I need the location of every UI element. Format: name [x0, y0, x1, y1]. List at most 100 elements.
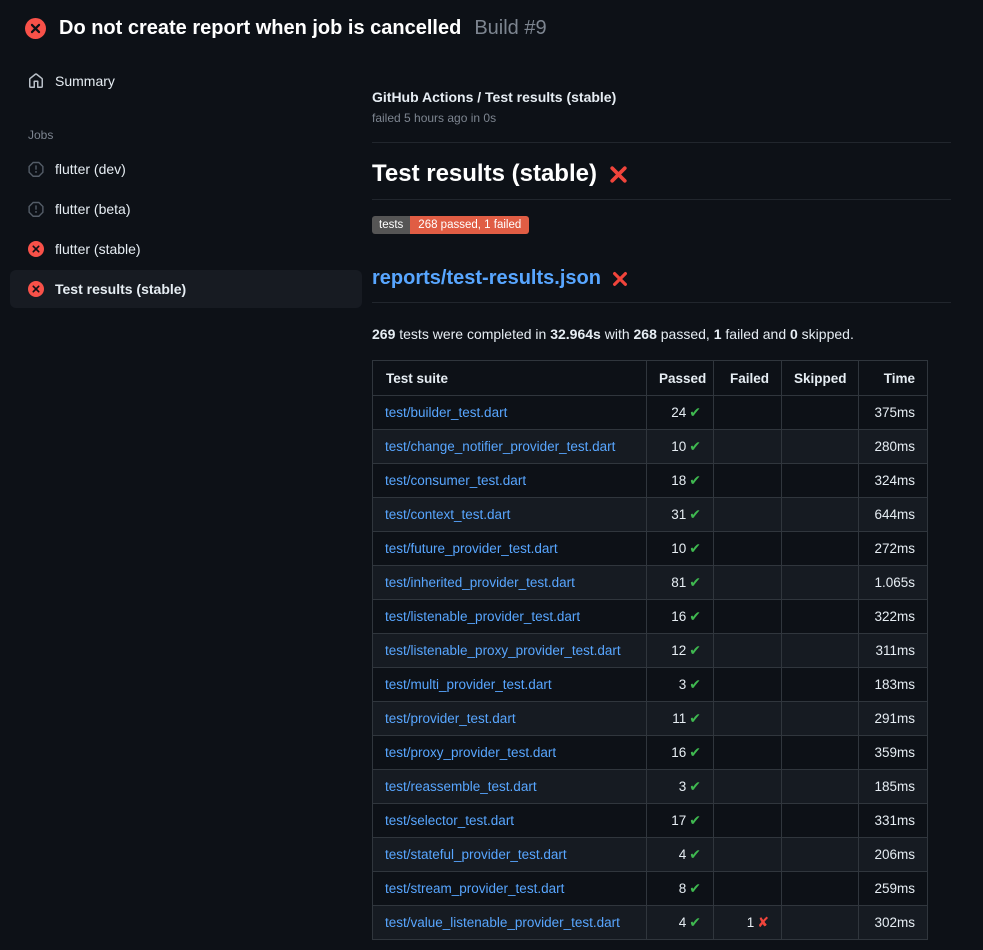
failed-cell	[714, 566, 782, 600]
section-title: Test results (stable)	[372, 160, 597, 188]
time-cell: 324ms	[859, 464, 928, 498]
table-row: test/context_test.dart31✔644ms	[373, 498, 928, 532]
time-cell: 272ms	[859, 532, 928, 566]
test-suite-link[interactable]: test/inherited_provider_test.dart	[385, 575, 575, 590]
divider	[372, 142, 951, 143]
time-cell: 183ms	[859, 668, 928, 702]
passed-cell: 4✔	[647, 838, 714, 872]
passed-cell: 81✔	[647, 566, 714, 600]
failed-cell	[714, 838, 782, 872]
table-row: test/value_listenable_provider_test.dart…	[373, 906, 928, 940]
passed-cell: 12✔	[647, 634, 714, 668]
skipped-cell	[782, 430, 859, 464]
summary-passed: 268	[634, 326, 657, 342]
test-suite-link[interactable]: test/value_listenable_provider_test.dart	[385, 915, 620, 930]
test-suite-cell: test/listenable_provider_test.dart	[373, 600, 647, 634]
test-suite-link[interactable]: test/proxy_provider_test.dart	[385, 745, 556, 760]
summary-duration: 32.964s	[550, 326, 601, 342]
skipped-cell	[782, 838, 859, 872]
column-header-failed: Failed	[714, 361, 782, 396]
skipped-cell	[782, 498, 859, 532]
time-cell: 331ms	[859, 804, 928, 838]
sidebar-summary-label: Summary	[55, 73, 115, 89]
failed-cell	[714, 702, 782, 736]
table-body: test/builder_test.dart 24✔ 375ms test/chang…	[373, 396, 928, 940]
passed-cell: 18✔	[647, 464, 714, 498]
passed-cell: 8✔	[647, 872, 714, 906]
test-suite-cell: test/consumer_test.dart	[373, 464, 647, 498]
skipped-cell	[782, 634, 859, 668]
job-label: flutter (beta)	[55, 201, 130, 217]
home-icon	[28, 73, 44, 89]
check-mark-icon: ✔	[689, 575, 701, 591]
test-suite-cell: test/stream_provider_test.dart	[373, 872, 647, 906]
table-row: test/listenable_proxy_provider_test.dart…	[373, 634, 928, 668]
check-mark-icon: ✔	[689, 779, 701, 795]
cross-mark-icon: ✘	[757, 915, 769, 931]
summary-skipped: 0	[790, 326, 798, 342]
check-mark-icon: ✔	[689, 609, 701, 625]
table-row: test/stateful_provider_test.dart 4✔ 206ms	[373, 838, 928, 872]
test-suite-link[interactable]: test/future_provider_test.dart	[385, 541, 558, 556]
test-suite-cell: test/stateful_provider_test.dart	[373, 838, 647, 872]
report-title-link[interactable]: reports/test-results.json	[372, 267, 601, 290]
test-suite-link[interactable]: test/stream_provider_test.dart	[385, 881, 564, 896]
failed-cell	[714, 464, 782, 498]
check-mark-icon: ✔	[689, 439, 701, 455]
test-suite-cell: test/inherited_provider_test.dart	[373, 566, 647, 600]
time-cell: 375ms	[859, 396, 928, 430]
sidebar-item-job-3[interactable]: Test results (stable)	[10, 270, 362, 308]
check-mark-icon: ✔	[689, 847, 701, 863]
table-header-row: Test suite Passed Failed Skipped Time	[373, 361, 928, 396]
check-mark-icon: ✔	[689, 711, 701, 727]
table-row: test/proxy_provider_test.dart16✔359ms	[373, 736, 928, 770]
skipped-cell	[782, 464, 859, 498]
column-header-passed: Passed	[647, 361, 714, 396]
column-header-test-suite: Test suite	[373, 361, 647, 396]
sidebar-item-job-2[interactable]: flutter (stable)	[10, 230, 362, 268]
test-suite-link[interactable]: test/change_notifier_provider_test.dart	[385, 439, 615, 454]
sidebar: Summary Jobs flutter (dev) flutter (beta…	[0, 52, 372, 310]
skipped-cell	[782, 906, 859, 940]
test-suite-link[interactable]: test/builder_test.dart	[385, 405, 507, 420]
test-suite-link[interactable]: test/stateful_provider_test.dart	[385, 847, 567, 862]
test-suite-link[interactable]: test/listenable_proxy_provider_test.dart	[385, 643, 621, 658]
check-mark-icon: ✔	[689, 541, 701, 557]
sidebar-item-job-0[interactable]: flutter (dev)	[10, 150, 362, 188]
test-suite-cell: test/context_test.dart	[373, 498, 647, 532]
summary-failed: 1	[714, 326, 722, 342]
test-suite-link[interactable]: test/selector_test.dart	[385, 813, 514, 828]
sidebar-item-summary[interactable]: Summary	[10, 62, 362, 100]
skipped-cell	[782, 668, 859, 702]
skipped-cell	[782, 872, 859, 906]
time-cell: 280ms	[859, 430, 928, 464]
time-cell: 291ms	[859, 702, 928, 736]
passed-cell: 17✔	[647, 804, 714, 838]
time-cell: 311ms	[859, 634, 928, 668]
table-row: test/future_provider_test.dart10✔272ms	[373, 532, 928, 566]
test-suite-link[interactable]: test/consumer_test.dart	[385, 473, 526, 488]
passed-cell: 16✔	[647, 600, 714, 634]
check-mark-icon: ✔	[689, 813, 701, 829]
sidebar-item-job-1[interactable]: flutter (beta)	[10, 190, 362, 228]
passed-cell: 24✔	[647, 396, 714, 430]
time-cell: 206ms	[859, 838, 928, 872]
test-suite-link[interactable]: test/provider_test.dart	[385, 711, 516, 726]
test-suite-link[interactable]: test/reassemble_test.dart	[385, 779, 537, 794]
test-suite-cell: test/multi_provider_test.dart	[373, 668, 647, 702]
failed-cell: 1✘	[714, 906, 782, 940]
cross-mark-icon	[611, 270, 629, 288]
test-suite-cell: test/reassemble_test.dart	[373, 770, 647, 804]
test-suite-link[interactable]: test/multi_provider_test.dart	[385, 677, 552, 692]
check-mark-icon: ✔	[689, 677, 701, 693]
test-suite-link[interactable]: test/listenable_provider_test.dart	[385, 609, 580, 624]
section-heading: Test results (stable)	[372, 160, 951, 200]
badge-value: 268 passed, 1 failed	[410, 216, 529, 234]
summary-total: 269	[372, 326, 395, 342]
page-title: Do not create report when job is cancell…	[59, 17, 461, 40]
test-suite-link[interactable]: test/context_test.dart	[385, 507, 510, 522]
skipped-cell	[782, 702, 859, 736]
test-results-table: Test suite Passed Failed Skipped Time te…	[372, 360, 928, 940]
passed-cell: 11✔	[647, 702, 714, 736]
failed-cell	[714, 498, 782, 532]
